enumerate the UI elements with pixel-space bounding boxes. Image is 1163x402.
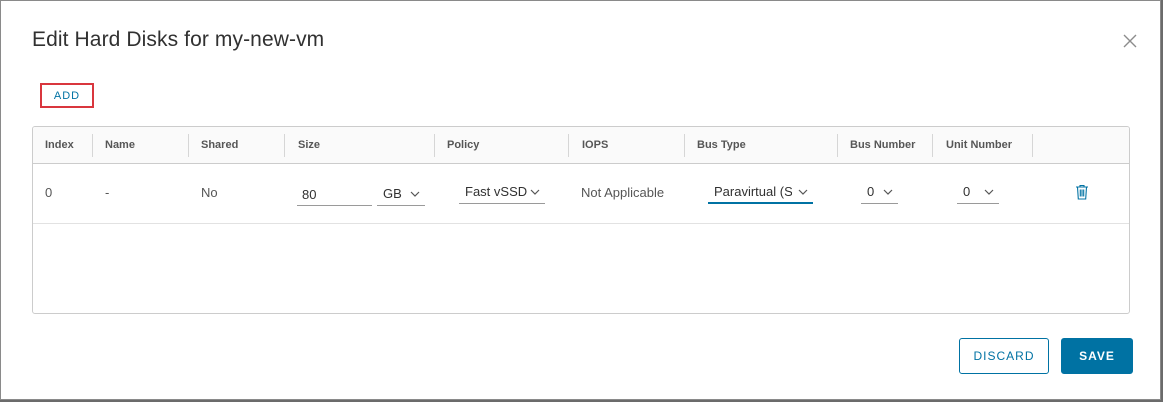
unit-number-select[interactable]: 0 [957,182,999,204]
grid-header: Index Name Shared Size Policy IOPS Bus T… [33,127,1129,164]
cell-name: - [105,185,110,200]
table-row: 0 - No 80 GB Fast vSSD Not Applicable Pa… [33,164,1129,224]
discard-button[interactable]: DISCARD [959,338,1049,374]
unit-number-value: 0 [963,184,971,199]
chevron-down-icon [410,191,420,197]
column-header-index: Index [45,139,74,151]
size-unit-select[interactable]: GB [377,184,425,206]
column-header-unit-number: Unit Number [946,139,1012,151]
add-disk-button[interactable]: ADD [40,83,94,108]
column-header-name: Name [105,139,135,151]
save-button[interactable]: SAVE [1061,338,1133,374]
column-header-iops: IOPS [582,139,609,151]
dialog-title: Edit Hard Disks for my-new-vm [32,28,325,51]
policy-select[interactable]: Fast vSSD [459,182,545,204]
chevron-down-icon [984,189,994,195]
close-icon[interactable] [1120,31,1140,51]
chevron-down-icon [883,189,893,195]
bus-type-value: Paravirtual (SCSI) [714,184,792,199]
hard-disks-grid: Index Name Shared Size Policy IOPS Bus T… [32,126,1130,314]
column-header-bus-type: Bus Type [697,139,746,151]
policy-value: Fast vSSD [465,184,527,199]
cell-index: 0 [45,185,53,200]
chevron-down-icon [798,189,808,195]
column-header-shared: Shared [201,139,239,151]
cell-shared: No [201,185,218,200]
bus-type-select[interactable]: Paravirtual (SCSI) [708,182,813,204]
cell-iops: Not Applicable [581,185,665,200]
bus-number-select[interactable]: 0 [861,182,898,204]
bus-number-value: 0 [867,184,875,199]
column-header-policy: Policy [447,139,480,151]
trash-icon[interactable] [1075,184,1089,200]
column-header-bus-number: Bus Number [850,139,916,151]
column-header-size: Size [298,139,321,151]
size-input[interactable]: 80 [297,184,372,206]
edit-hard-disks-dialog: Edit Hard Disks for my-new-vm ADD Index … [0,0,1161,400]
chevron-down-icon [530,189,540,195]
size-unit-value: GB [383,186,402,201]
